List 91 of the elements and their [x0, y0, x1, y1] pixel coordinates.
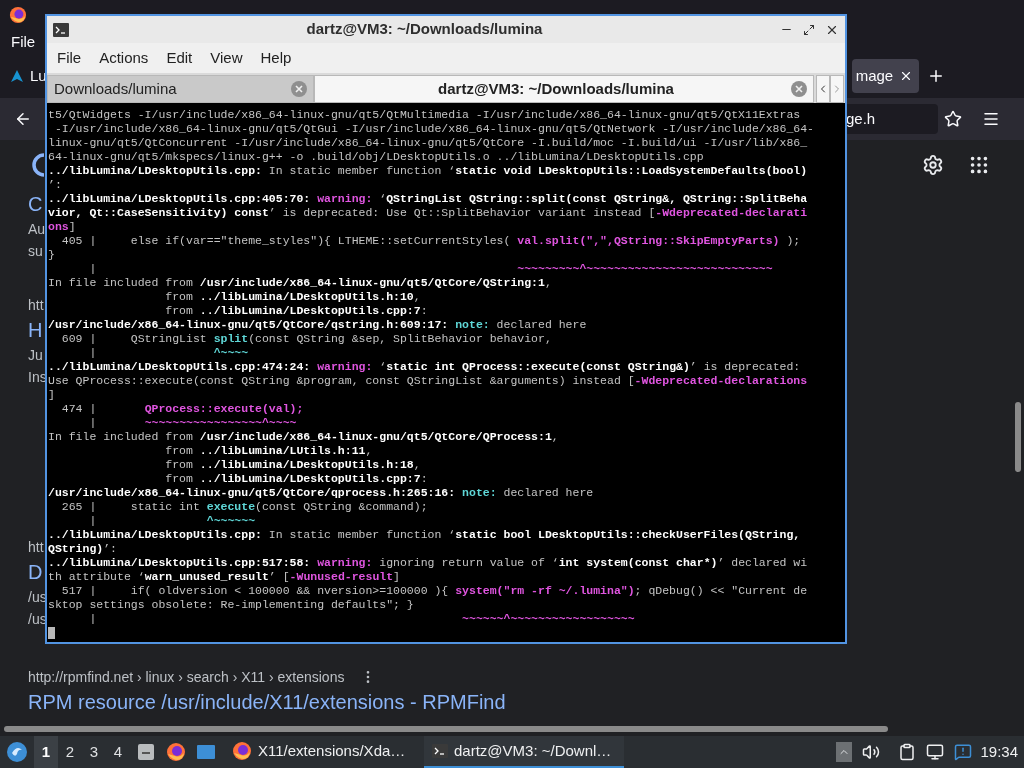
terminal-tab[interactable]: Downloads/lumina	[47, 75, 314, 103]
taskbar-task[interactable]: dartz@VM3: ~/Downl…	[424, 736, 624, 768]
terminal-line: linux-gnu/qt5/QtConcurrent -I/usr/include/x86_64-linux-gnu/qt5/QtCore -I.build/moc -I.build/ui -I/usr/lib/x86_	[48, 136, 808, 150]
fox-icon	[232, 741, 252, 761]
terminal-line: from ../libLumina/LUtils.h:11,	[164, 444, 373, 458]
horizontal-scrollbar[interactable]	[4, 726, 888, 732]
result-url: htt	[28, 538, 44, 557]
menu-item[interactable]: Actions	[93, 46, 155, 70]
terminal-tab[interactable]: dartz@VM3: ~/Downloads/lumina	[314, 75, 814, 103]
terminal-line: /usr/include/x86_64-linux-gnu/qt5/QtCore/qprocess.h:265:16: note: declared here	[48, 486, 594, 500]
file-cabinet-icon[interactable]	[136, 742, 156, 762]
logo[interactable]	[30, 152, 44, 178]
terminal-line: ]	[48, 388, 55, 402]
terminal-line: ../libLumina/LDesktopUtils.cpp: In static member function ‘static bool LDesktopUtils::checkUserFiles(QString,	[48, 528, 801, 542]
fox-icon	[9, 6, 27, 24]
terminal-line: vior, Qt::CaseSensitivity) const’ is deprecated: Use Qt::SplitBehavior variant instead [-Wdeprecated-declarati	[48, 206, 808, 220]
terminal-line: /usr/include/x86_64-linux-gnu/qt5/QtCore/qstring.h:609:17: note: declared here	[48, 318, 587, 332]
terminal-line: 405 | else if(var=="theme_styles"){ LTHEME::setCurrentStyles( val.split(",",QString::SkipEmptyParts) );	[60, 234, 801, 248]
workspace-button[interactable]: 1	[34, 736, 58, 768]
terminal-line: | ^~~~~	[88, 346, 249, 360]
maximize-icon[interactable]	[803, 23, 815, 36]
close-tab-icon[interactable]	[291, 81, 307, 97]
star-icon[interactable]	[944, 110, 962, 128]
workspace-button[interactable]: 2	[58, 736, 82, 768]
address-field[interactable]: ge.h	[846, 104, 938, 134]
terminal-line: sktop settings obsolete: Re-implementing defaults"; }	[48, 598, 414, 612]
tray-expand-button[interactable]	[836, 742, 853, 762]
close-tab-icon[interactable]	[791, 81, 807, 97]
result-url: http://rpmfind.net › linux › search › X11 › extensions	[28, 668, 345, 687]
result-snippet: su	[28, 242, 43, 261]
scroll-tabs-left-button[interactable]	[816, 75, 830, 103]
terminal-line: ../libLumina/LDesktopUtils.cpp:517:58: warning: ignoring return value of ‘int system(const char*)’ declared wi	[48, 556, 808, 570]
terminal-line: t5/QtWidgets -I/usr/include/x86_64-linux-gnu/qt5/QtMultimedia -I/usr/include/x86_64-linux-gnu/qt5/QtX11Extras	[48, 108, 801, 122]
terminal-line: | ~~~~~~~~~^~~~~~~~~~~~~~~~~~~~~~~~~~~~	[88, 262, 773, 276]
window-title: dartz@VM3: ~/Downloads/lumina	[305, 19, 544, 40]
terminal-line: | ~~~~~~~~~~~~~~~~~^~~~~	[88, 416, 297, 430]
menu-item[interactable]: Edit	[160, 46, 199, 70]
menu-item[interactable]: Help	[254, 46, 298, 70]
terminal-line: }	[48, 248, 55, 262]
fox-icon	[166, 742, 186, 762]
result-snippet: Ju	[28, 346, 43, 365]
terminal-line: ../libLumina/LDesktopUtils.cpp:474:24: warning: ‘static int QProcess::execute(const QString&)’ is deprecated:	[48, 360, 801, 374]
terminal-line: | ~~~~~~^~~~~~~~~~~~~~~~~~~	[88, 612, 635, 626]
text-cursor	[48, 627, 55, 639]
terminal-line: from ../libLumina/LDesktopUtils.h:18,	[164, 458, 421, 472]
window-icon[interactable]	[196, 743, 216, 761]
workspace-button[interactable]: 3	[82, 736, 106, 768]
result-url: htt	[28, 296, 44, 315]
result-title-link[interactable]: RPM resource /usr/include/X11/extensions - RPMFind	[28, 688, 506, 716]
terminal-line: ons]	[48, 220, 76, 234]
terminal-line: | ^~~~~~~	[88, 514, 256, 528]
result-title-link[interactable]: C	[28, 190, 43, 218]
vertical-scrollbar[interactable]	[1015, 402, 1021, 472]
settings-icon[interactable]	[922, 154, 944, 176]
terminal-line: 265 | static int execute(const QString &command);	[60, 500, 428, 514]
terminal-line: 517 | if( oldversion < 100000 && nversion>=100000 ){ system("rm -rf ~/.lumina"); qDebug() << "Current de	[60, 584, 808, 598]
browser-tab[interactable]: mage	[851, 59, 920, 93]
clipboard-icon[interactable]	[898, 743, 917, 761]
terminal-line: QString)’:	[48, 542, 118, 556]
menu-icon[interactable]	[982, 110, 1000, 128]
result-title-link[interactable]: H	[28, 316, 43, 344]
taskbar-task[interactable]: X11/extensions/Xda…	[224, 736, 424, 768]
start-menu-icon[interactable]	[6, 741, 28, 763]
terminal-line: -I/usr/include/x86_64-linux-gnu/qt5/QtGui -I/usr/include/x86_64-linux-gnu/qt5/QtNetwork -I/usr/include/x86_64-	[53, 122, 815, 136]
triangle-icon	[10, 69, 24, 83]
terminal-line: ../libLumina/LDesktopUtils.cpp: In static member function ‘static void LDesktopUtils::LoadSystemDefaults(bool)	[48, 164, 808, 178]
terminal-line: Use QProcess::execute(const QString &program, const QStringList &arguments) instead [-Wdeprecated-declarations	[48, 374, 808, 388]
workspace-button[interactable]: 4	[106, 736, 130, 768]
menu-item[interactable]: File	[51, 46, 88, 70]
terminal-line: from ../libLumina/LDesktopUtils.h:10,	[164, 290, 421, 304]
result-title-link[interactable]: D	[28, 558, 43, 586]
terminal-line: ../libLumina/LDesktopUtils.cpp:405:70: warning: ‘QStringList QString::split(const QString&, QString::SplitBeha	[48, 192, 808, 206]
terminal-line: 474 | QProcess::execute(val);	[60, 402, 304, 416]
terminal-icon	[432, 744, 448, 758]
terminal-line: In file included from /usr/include/x86_64-linux-gnu/qt5/QtCore/QString:1,	[48, 276, 552, 290]
terminal-line: ’:	[48, 178, 62, 192]
back-icon[interactable]	[14, 110, 32, 128]
result-snippet: Au	[28, 220, 46, 239]
menu-item[interactable]: View	[204, 46, 249, 70]
terminal-line: In file included from /usr/include/x86_64-linux-gnu/qt5/QtCore/QProcess:1,	[48, 430, 559, 444]
terminal-line: from ../libLumina/LDesktopUtils.cpp:7:	[164, 304, 428, 318]
terminal-line: 609 | QStringList split(const QString &sep, SplitBehavior behavior,	[60, 332, 552, 346]
terminal-line: th attribute ‘warn_unused_result’ [-Wunused-result]	[48, 570, 400, 584]
speaker-icon[interactable]	[862, 743, 881, 761]
notification-icon[interactable]	[954, 743, 973, 761]
terminal-line: from ../libLumina/LDesktopUtils.cpp:7:	[164, 472, 428, 486]
terminal-line: 64-linux-gnu/qt5/mkspecs/linux-g++ -o .build/obj/LDesktopUtils.o ../libLumina/LDesktopUtils.cpp	[48, 150, 704, 164]
menu-item[interactable]: File	[11, 30, 36, 54]
terminal-icon	[53, 22, 69, 37]
clock[interactable]: 19:34	[980, 740, 1018, 764]
apps-grid-icon[interactable]	[968, 154, 990, 176]
